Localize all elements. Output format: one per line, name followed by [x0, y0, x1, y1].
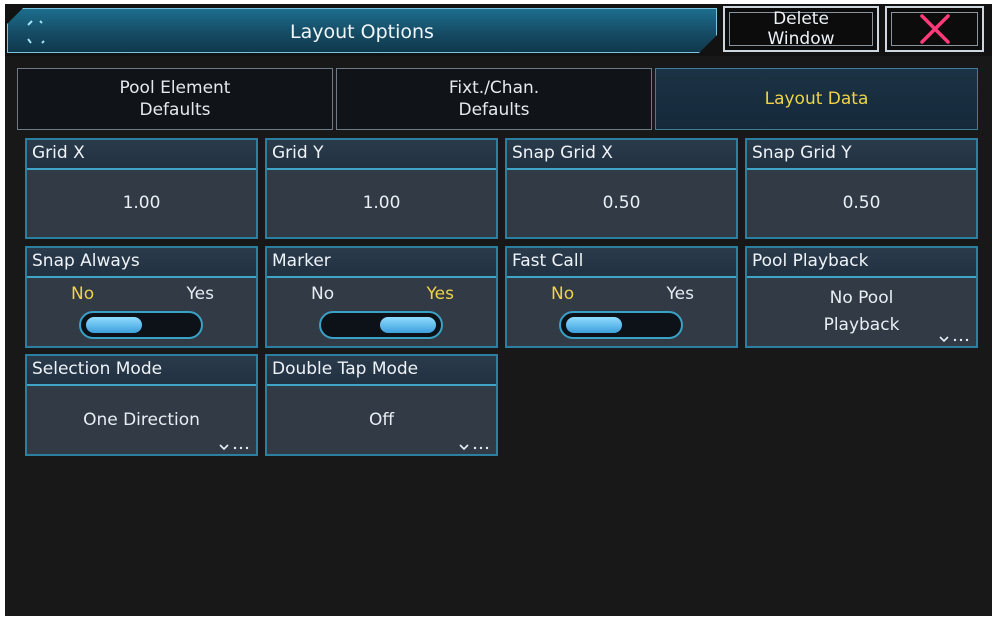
close-button[interactable] [885, 6, 984, 52]
title-bar: Layout Options Delete Window [5, 4, 992, 56]
toggle-knob [86, 317, 142, 333]
grid-x-label: Grid X [32, 143, 85, 163]
snap-always-toggle[interactable] [79, 311, 203, 339]
dropdown-more-icon [939, 336, 969, 343]
toggle-knob [566, 317, 622, 333]
grid-y-field[interactable]: Grid Y 1.00 [265, 138, 498, 239]
grid-y-label: Grid Y [272, 143, 324, 163]
snap-grid-y-value: 0.50 [842, 193, 881, 213]
selection-mode-label: Selection Mode [32, 359, 163, 379]
tab-fixt-chan-defaults[interactable]: Fixt./Chan. Defaults [336, 68, 652, 130]
double-tap-mode-field[interactable]: Double Tap Mode Off [265, 354, 498, 456]
fast-call-yes-option[interactable]: Yes [667, 284, 694, 304]
toggle-knob [380, 317, 436, 333]
tab-pool-element-defaults[interactable]: Pool Element Defaults [17, 68, 333, 130]
fast-call-label: Fast Call [512, 251, 584, 271]
layout-options-window: Layout Options Delete Window Pool Elemen… [5, 4, 992, 616]
fast-call-field: Fast Call No Yes [505, 246, 738, 348]
snap-grid-x-label: Snap Grid X [512, 143, 613, 163]
window-title-bar[interactable]: Layout Options [7, 8, 717, 53]
snap-grid-y-label: Snap Grid Y [752, 143, 852, 163]
grid-y-value: 1.00 [362, 193, 401, 213]
marker-toggle[interactable] [319, 311, 443, 339]
marker-yes-option[interactable]: Yes [427, 284, 454, 304]
snap-grid-x-value: 0.50 [602, 193, 641, 213]
snap-grid-y-field[interactable]: Snap Grid Y 0.50 [745, 138, 978, 239]
double-tap-mode-label: Double Tap Mode [272, 359, 419, 379]
snap-always-no-option[interactable]: No [71, 284, 94, 304]
snap-always-field: Snap Always No Yes [25, 246, 258, 348]
snap-always-yes-option[interactable]: Yes [187, 284, 214, 304]
fast-call-no-option[interactable]: No [551, 284, 574, 304]
marker-label: Marker [272, 251, 331, 271]
dropdown-more-icon [219, 444, 249, 451]
dropdown-more-icon [459, 444, 489, 451]
grid-x-value: 1.00 [122, 193, 161, 213]
marker-field: Marker No Yes [265, 246, 498, 348]
close-icon [919, 14, 950, 44]
window-title: Layout Options [290, 20, 434, 43]
fast-call-toggle[interactable] [559, 311, 683, 339]
pool-playback-field[interactable]: Pool Playback No Pool Playback [745, 246, 978, 348]
delete-window-button[interactable]: Delete Window [723, 6, 879, 52]
snap-always-label: Snap Always [32, 251, 140, 271]
delete-window-label: Delete Window [767, 9, 835, 49]
snap-grid-x-field[interactable]: Snap Grid X 0.50 [505, 138, 738, 239]
marker-no-option[interactable]: No [311, 284, 334, 304]
selection-mode-field[interactable]: Selection Mode One Direction [25, 354, 258, 456]
pool-playback-label: Pool Playback [752, 251, 869, 271]
grid-x-field[interactable]: Grid X 1.00 [25, 138, 258, 239]
tab-layout-data[interactable]: Layout Data [655, 68, 978, 130]
